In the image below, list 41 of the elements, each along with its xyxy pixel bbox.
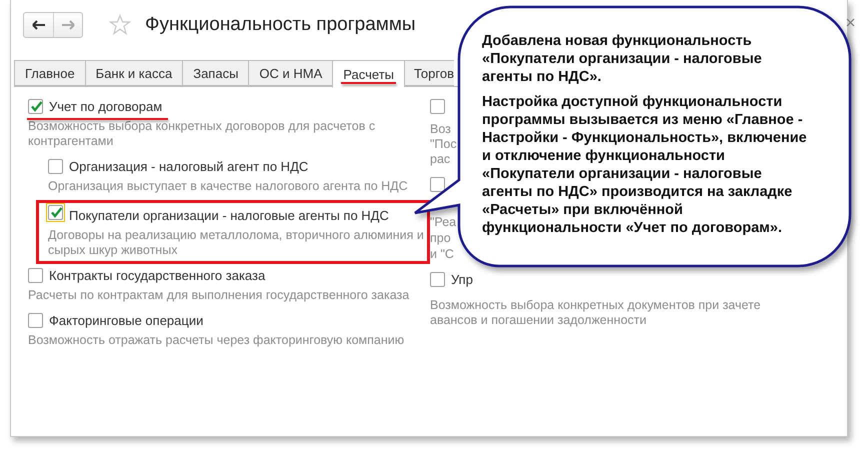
option-description: Расчеты по контрактам для выполнения государственного заказа — [28, 288, 410, 303]
option-description: Возможность выбора конкретных договоров для расчетов с контрагентами — [28, 119, 376, 149]
back-arrow-icon — [32, 20, 46, 30]
option-description: Возможность выбора конкретных документов при зачете — [430, 298, 761, 313]
tab[interactable]: Главное — [14, 60, 85, 86]
option-description: "Пос — [430, 137, 457, 152]
star-icon[interactable] — [109, 14, 131, 36]
option-label[interactable]: Организация - налоговый агент по НДС — [69, 158, 308, 174]
option-description: Возможность отражать расчеты через факторинговую компанию — [28, 333, 404, 348]
window-title: Функциональность программы — [145, 14, 416, 36]
checkbox[interactable] — [430, 176, 445, 192]
checkbox[interactable] — [48, 158, 63, 174]
close-icon[interactable] — [846, 18, 855, 27]
option-label[interactable]: Учет по договорам — [49, 98, 162, 114]
check-icon — [50, 206, 63, 219]
option-description: рас — [430, 152, 450, 167]
check-icon — [30, 100, 43, 112]
checkbox[interactable] — [28, 312, 43, 328]
option-description: про — [430, 230, 451, 246]
option-label[interactable]: Контракты государственного заказа — [49, 268, 266, 282]
tab[interactable]: ОС и НМА — [248, 60, 332, 86]
option-description: Договоры на реализацию металлолома, вторичного алюминия и сырых шкур животных — [48, 228, 425, 258]
checkbox[interactable] — [430, 98, 445, 114]
option-description: авансов и погашении задолженности — [430, 313, 646, 328]
checkbox[interactable] — [430, 272, 445, 286]
checkbox[interactable] — [28, 268, 43, 282]
option-label[interactable]: Факторинговые операции — [49, 312, 204, 328]
option-description: Организация выступает в качестве налогового агента по НДС — [48, 179, 408, 194]
option-description: Воз — [430, 122, 451, 137]
option-label[interactable]: Упр — [451, 272, 473, 286]
forward-arrow-icon — [61, 20, 75, 30]
tab[interactable]: Торгов — [404, 60, 454, 86]
tab[interactable]: Расчеты — [332, 60, 404, 88]
tab[interactable]: Банк и касса — [84, 60, 182, 86]
tab[interactable]: Запасы — [182, 60, 248, 86]
callout-text: Настройка доступной функциональности программы вызывается из меню «Главное - Настройки - Функциональность», включение и отключение функциональности «Покупатели организации - налоговые агенты по НДС» производится на закладке «Расчеты» при включённой функциональности «Учет по договорам». — [482, 93, 808, 237]
option-label[interactable]: Покупатели организации - налоговые агенты по НДС — [69, 208, 389, 222]
option-description: и "С — [430, 246, 454, 262]
checkbox[interactable] — [28, 98, 43, 114]
option-description: "Реа — [430, 214, 456, 230]
callout-text: Добавлена новая функциональность «Покупатели организации - налоговые агенты по НДС». — [482, 32, 763, 86]
